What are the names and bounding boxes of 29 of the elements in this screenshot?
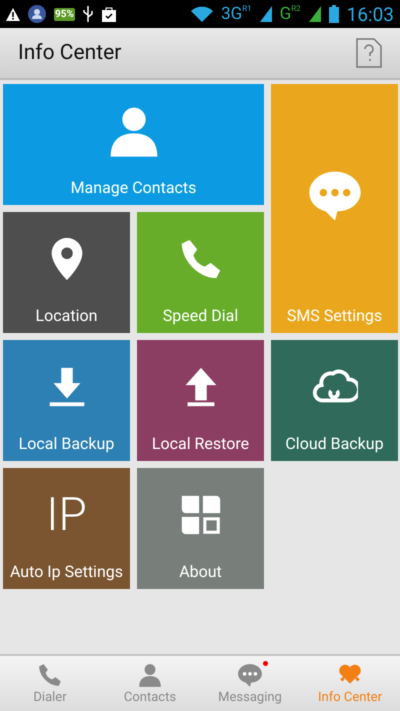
signal-icon xyxy=(260,6,272,22)
help-document-icon[interactable] xyxy=(356,38,382,68)
menu-tile[interactable]: Local Restore xyxy=(137,340,264,461)
menu-tile[interactable]: Local Backup xyxy=(3,340,130,461)
battery-percent: 95% xyxy=(54,8,75,20)
warning-icon xyxy=(6,8,20,20)
person-icon xyxy=(137,662,163,688)
menu-tile[interactable]: Speed Dial xyxy=(137,212,264,333)
ip-text: IP xyxy=(46,488,87,542)
menu-tile[interactable]: Manage Contacts xyxy=(3,84,264,205)
shopping-bag-icon xyxy=(100,6,117,22)
speech-bubble-icon xyxy=(237,662,263,688)
menu-tile[interactable]: Location xyxy=(3,212,130,333)
nav-tab[interactable]: Contacts xyxy=(100,656,200,711)
nav-tab[interactable]: Info Center xyxy=(300,656,400,711)
nav-tab[interactable]: Dialer xyxy=(0,656,100,711)
menu-tile[interactable]: Cloud Backup xyxy=(271,340,398,461)
menu-tile[interactable]: About xyxy=(137,468,264,589)
usb-icon xyxy=(82,6,93,22)
wifi-icon xyxy=(191,6,214,22)
screen-title: Info Center xyxy=(18,41,122,65)
signal-icon xyxy=(308,6,321,22)
menu-tile[interactable]: IP Auto Ip Settings xyxy=(3,468,130,589)
menu-tile[interactable]: SMS Settings xyxy=(271,84,398,333)
battery-icon xyxy=(328,5,339,23)
phone-icon xyxy=(37,662,63,688)
nav-tab[interactable]: Messaging xyxy=(200,656,300,711)
people-icon xyxy=(28,5,46,23)
clock: 16:03 xyxy=(346,2,394,26)
